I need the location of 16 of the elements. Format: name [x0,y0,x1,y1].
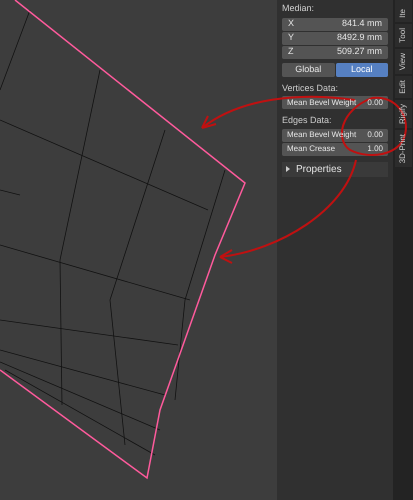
coordinate-field[interactable]: Z 509.27 mm [282,46,388,58]
coordinate-field[interactable]: Y 8492.9 mm [282,32,388,44]
sidebar-tab[interactable]: Edit [394,76,412,98]
median-label: Median: [282,2,316,15]
properties-panel-header[interactable]: Properties [282,162,388,176]
sidebar-tab[interactable]: View [394,48,412,74]
sidebar-tab[interactable]: Rigify [394,100,412,128]
orientation-toggle[interactable]: Local [336,62,388,76]
sidebar-tab[interactable]: Tool [394,24,412,47]
section-title: Vertices Data: [282,82,340,94]
sidebar-tab[interactable]: Ite [394,0,412,22]
coordinate-field[interactable]: X 841.4 mm [282,18,388,30]
sidebar-tab[interactable]: 3D-Print [394,130,412,168]
orientation-toggle[interactable]: Global [282,62,334,76]
section-title: Edges Data: [282,114,333,127]
number-field[interactable]: Mean Crease 1.00 [282,142,388,156]
